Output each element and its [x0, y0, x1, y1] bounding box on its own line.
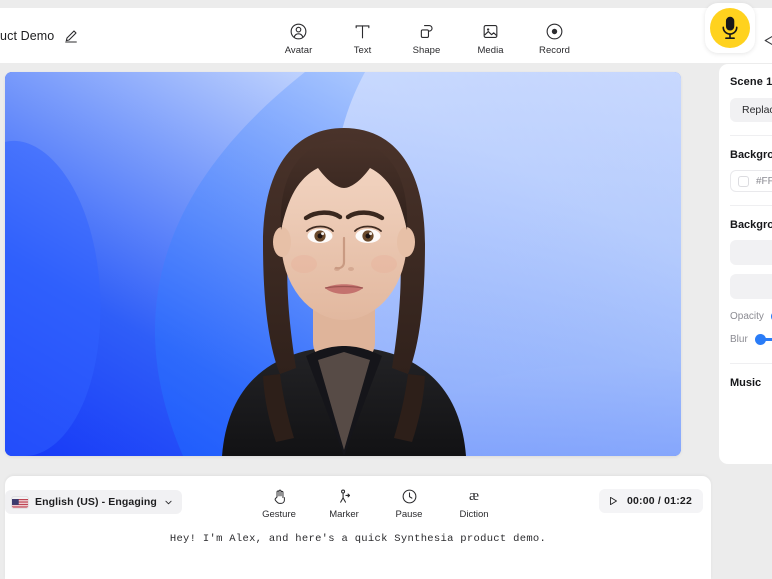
background-color-input[interactable]: #FFF — [730, 170, 772, 192]
scene-settings-sidebar: Scene 1 Replace Backgrou #FFF Backgrou O… — [719, 64, 772, 464]
script-tool-label: Diction — [459, 509, 489, 520]
video-canvas[interactable] — [5, 72, 681, 456]
script-text[interactable]: Hey! I'm Alex, and here's a quick Synthe… — [5, 533, 711, 545]
script-tool-label: Gesture — [262, 509, 296, 520]
divider — [730, 363, 772, 364]
hand-gesture-icon — [271, 488, 288, 505]
tool-label: Shape — [412, 45, 441, 56]
background-color-label: Backgrou — [730, 149, 772, 161]
clock-pause-icon — [401, 488, 418, 505]
divider — [730, 135, 772, 136]
top-toolbar: duct Demo Avatar — [0, 8, 772, 63]
us-flag-icon — [12, 497, 28, 508]
scene-title: Scene 1 — [730, 76, 772, 88]
language-label: English (US) - Engaging — [35, 496, 157, 508]
tool-diction[interactable]: æ Diction — [452, 488, 496, 520]
tool-label: Avatar — [284, 45, 313, 56]
text-icon — [353, 22, 372, 41]
color-hex-value: #FFF — [756, 175, 772, 187]
microphone-badge[interactable] — [705, 3, 755, 53]
blur-label: Blur — [730, 334, 748, 345]
media-icon — [481, 22, 500, 41]
chevron-down-icon — [165, 500, 172, 504]
tool-label: Text — [353, 45, 372, 56]
record-icon — [545, 22, 564, 41]
tool-label: Record — [539, 45, 570, 56]
tool-pause[interactable]: Pause — [387, 488, 431, 520]
divider — [730, 205, 772, 206]
share-icon[interactable] — [761, 32, 772, 49]
background-preview-b[interactable] — [730, 274, 772, 299]
background-label: Backgrou — [730, 219, 772, 231]
presenter-avatar[interactable] — [194, 112, 494, 456]
playback-control[interactable]: 00:00 / 01:22 — [598, 489, 703, 513]
avatar-icon — [289, 22, 308, 41]
tool-shape[interactable]: Shape — [404, 22, 449, 56]
marker-pin-icon — [336, 488, 353, 505]
language-selector[interactable]: English (US) - Engaging — [5, 490, 182, 514]
background-preview-a[interactable] — [730, 240, 772, 265]
timecode: 00:00 / 01:22 — [626, 495, 692, 507]
diction-ae-icon: æ — [468, 488, 479, 504]
tool-gesture[interactable]: Gesture — [257, 488, 301, 520]
tool-text[interactable]: Text — [340, 22, 385, 56]
tool-label: Media — [477, 45, 504, 56]
script-tool-label: Pause — [395, 509, 423, 520]
microphone-icon — [710, 8, 750, 48]
play-icon — [610, 496, 617, 506]
tool-record[interactable]: Record — [532, 22, 577, 56]
app-root: duct Demo Avatar — [0, 0, 772, 579]
opacity-control[interactable]: Opacity — [730, 311, 772, 322]
blur-slider[interactable] — [754, 334, 772, 345]
blur-control[interactable]: Blur — [730, 334, 772, 345]
script-card-sheet — [95, 566, 683, 579]
tool-media[interactable]: Media — [468, 22, 513, 56]
script-panel: English (US) - Engaging Gesture Marker P… — [5, 476, 711, 579]
tool-avatar[interactable]: Avatar — [276, 22, 321, 56]
music-label: Music — [730, 377, 762, 389]
insert-tools: Avatar Text Shape Media Record — [276, 22, 577, 56]
shape-icon — [417, 22, 436, 41]
page-title: duct Demo — [0, 28, 55, 43]
color-swatch — [738, 175, 749, 187]
script-tool-label: Marker — [329, 509, 359, 520]
project-title-zone: duct Demo — [0, 8, 79, 63]
script-tools: Gesture Marker Pause æ Diction — [257, 488, 496, 520]
opacity-label: Opacity — [730, 311, 764, 322]
replace-button[interactable]: Replace — [730, 98, 772, 122]
pencil-icon[interactable] — [63, 28, 79, 44]
tool-marker[interactable]: Marker — [322, 488, 366, 520]
